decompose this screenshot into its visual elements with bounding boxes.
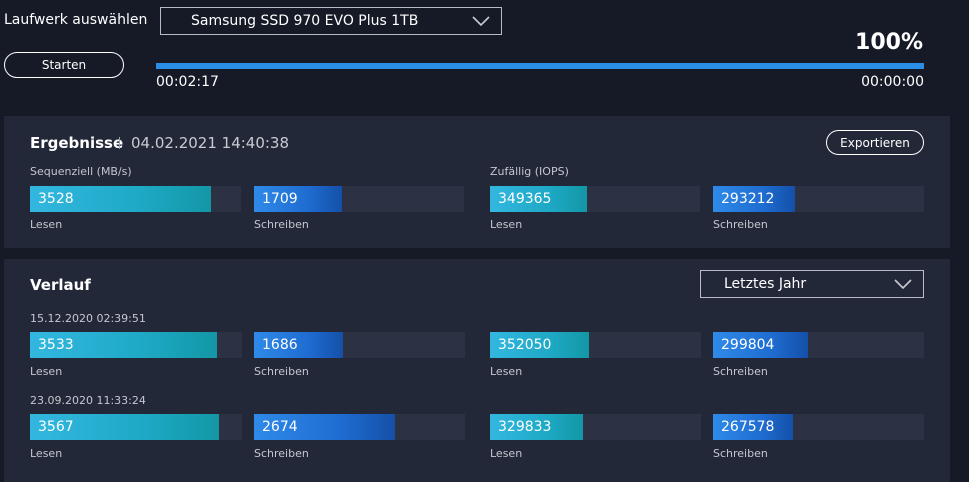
rand-write-fill: 293212 xyxy=(713,186,796,212)
seq-read-label: Lesen xyxy=(30,218,63,231)
history-write-label: Schreiben xyxy=(254,365,309,378)
seq-read-fill: 3528 xyxy=(30,186,212,212)
history-write-label: Schreiben xyxy=(254,447,309,460)
history-rand-write-fill: 267578 xyxy=(713,414,794,440)
history-period-value: Letztes Jahr xyxy=(724,276,807,292)
history-seq-write-value: 1686 xyxy=(262,337,298,353)
history-seq-read-fill: 3533 xyxy=(30,332,217,358)
rand-write-label: Schreiben xyxy=(713,218,768,231)
results-title: Ergebnisse xyxy=(30,134,124,152)
chevron-down-icon xyxy=(472,16,490,27)
history-read-label: Lesen xyxy=(490,447,523,460)
rand-read-fill: 349365 xyxy=(490,186,587,212)
history-rand-read-value: 329833 xyxy=(498,419,552,435)
history-read-label: Lesen xyxy=(30,365,63,378)
history-rand-read-value: 352050 xyxy=(498,337,552,353)
progress-track xyxy=(156,63,924,69)
random-label: Zufällig (IOPS) xyxy=(490,165,569,178)
history-rand-read-fill: 329833 xyxy=(490,414,583,440)
history-seq-read-fill: 3567 xyxy=(30,414,219,440)
start-button[interactable]: Starten xyxy=(4,52,124,78)
history-seq-read-bar: 3533 xyxy=(30,332,242,358)
history-read-label: Lesen xyxy=(30,447,63,460)
history-rand-write-bar: 267578 xyxy=(713,414,924,440)
history-seq-write-value: 2674 xyxy=(262,419,298,435)
history-period-select[interactable]: Letztes Jahr xyxy=(700,270,924,298)
history-rand-write-fill: 299804 xyxy=(713,332,808,358)
rand-read-bar: 349365 xyxy=(490,186,700,212)
drive-select[interactable]: Samsung SSD 970 EVO Plus 1TB xyxy=(160,7,502,35)
seq-write-fill: 1709 xyxy=(254,186,343,212)
seq-write-value: 1709 xyxy=(262,191,298,207)
drive-select-label: Laufwerk auswählen xyxy=(4,12,148,28)
remaining-time: 00:00:00 xyxy=(861,74,924,90)
title-divider xyxy=(119,137,120,149)
history-seq-read-value: 3533 xyxy=(38,337,74,353)
seq-write-bar: 1709 xyxy=(254,186,464,212)
rand-read-label: Lesen xyxy=(490,218,523,231)
history-rand-write-value: 299804 xyxy=(721,337,775,353)
progress-fill xyxy=(156,63,924,69)
drive-select-value: Samsung SSD 970 EVO Plus 1TB xyxy=(191,13,419,29)
history-rand-write-bar: 299804 xyxy=(713,332,924,358)
history-title: Verlauf xyxy=(30,276,91,294)
history-read-label: Lesen xyxy=(490,365,523,378)
history-rand-read-bar: 329833 xyxy=(490,414,701,440)
history-seq-write-fill: 1686 xyxy=(254,332,343,358)
history-seq-write-bar: 2674 xyxy=(254,414,465,440)
history-rand-read-fill: 352050 xyxy=(490,332,590,358)
elapsed-time: 00:02:17 xyxy=(156,74,219,90)
rand-write-bar: 293212 xyxy=(713,186,924,212)
export-button[interactable]: Exportieren xyxy=(826,130,924,155)
rand-read-value: 349365 xyxy=(498,191,552,207)
progress-percent: 100% xyxy=(855,30,923,55)
sequential-label: Sequenziell (MB/s) xyxy=(30,165,132,178)
history-seq-read-value: 3567 xyxy=(38,419,74,435)
seq-write-label: Schreiben xyxy=(254,218,309,231)
chevron-down-icon xyxy=(894,279,912,290)
history-write-label: Schreiben xyxy=(713,447,768,460)
results-timestamp: 04.02.2021 14:40:38 xyxy=(131,134,290,152)
history-rand-write-value: 267578 xyxy=(721,419,775,435)
history-entry-date: 15.12.2020 02:39:51 xyxy=(30,312,146,325)
history-seq-write-bar: 1686 xyxy=(254,332,465,358)
history-entry-date: 23.09.2020 11:33:24 xyxy=(30,394,146,407)
seq-read-bar: 3528 xyxy=(30,186,241,212)
history-seq-write-fill: 2674 xyxy=(254,414,396,440)
seq-read-value: 3528 xyxy=(38,191,74,207)
rand-write-value: 293212 xyxy=(721,191,775,207)
history-seq-read-bar: 3567 xyxy=(30,414,242,440)
history-rand-read-bar: 352050 xyxy=(490,332,701,358)
history-write-label: Schreiben xyxy=(713,365,768,378)
